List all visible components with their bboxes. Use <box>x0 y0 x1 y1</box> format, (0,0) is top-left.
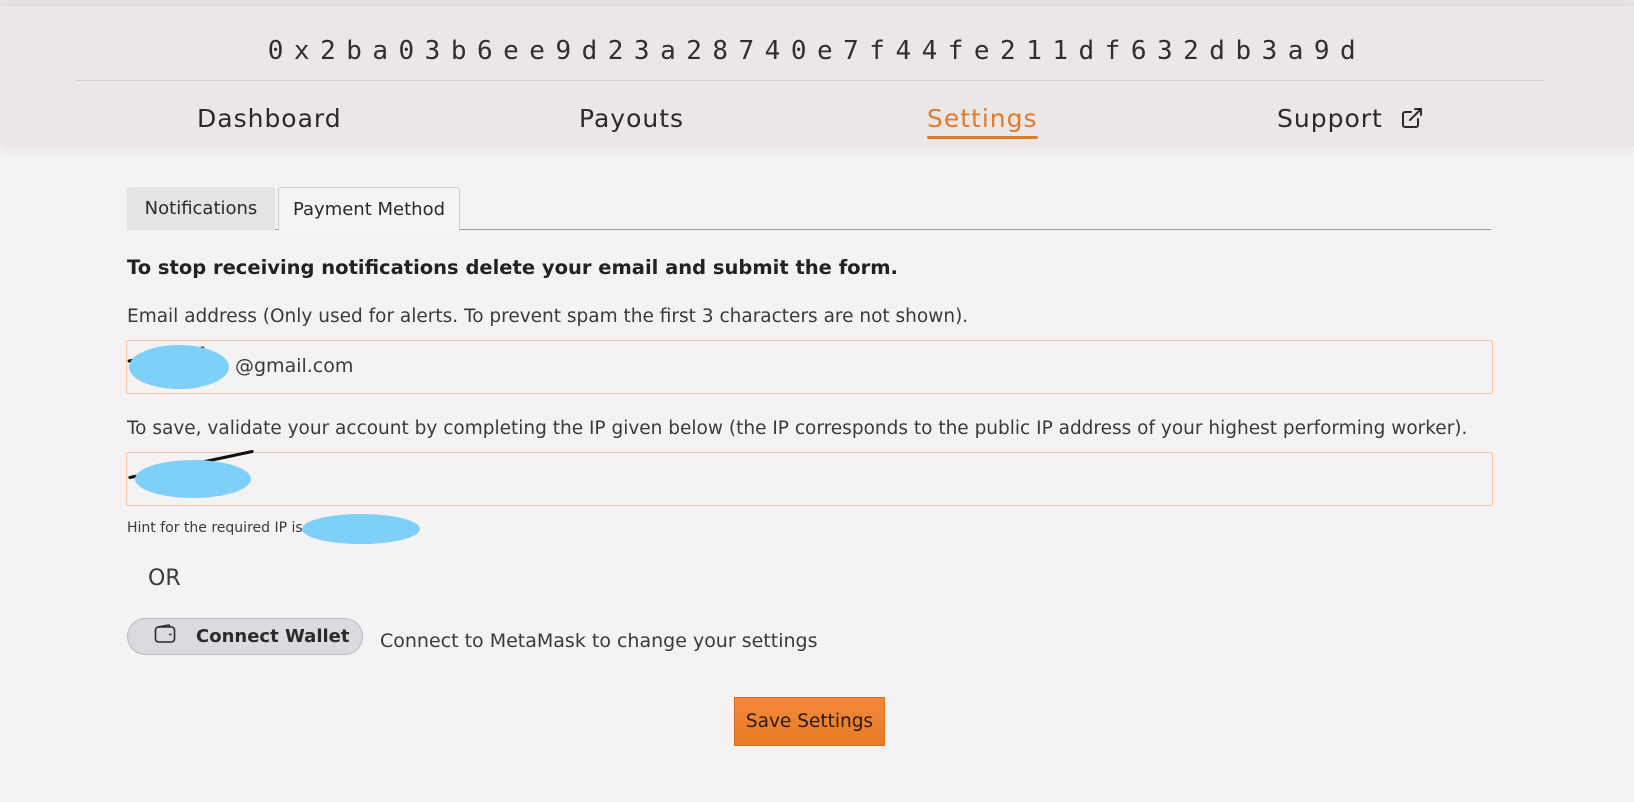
header: 0x2ba03b6ee9d23a28740e7f44fe211df632db3a… <box>0 6 1634 146</box>
tab-notifications[interactable]: Notifications <box>127 187 275 230</box>
tab-payment-method[interactable]: Payment Method <box>278 187 460 231</box>
save-settings-button[interactable]: Save Settings <box>734 697 885 746</box>
header-divider <box>75 80 1545 81</box>
ip-hint: Hint for the required IP is <box>127 520 303 536</box>
email-label: Email address (Only used for alerts. To … <box>127 306 969 327</box>
connect-wallet-button[interactable]: Connect Wallet <box>127 618 363 655</box>
email-field[interactable]: @gmail.com <box>126 340 1493 394</box>
nav-dashboard[interactable]: Dashboard <box>197 104 342 133</box>
nav-settings-label: Settings <box>927 104 1038 133</box>
email-value: @gmail.com <box>235 355 354 377</box>
connect-metamask-description: Connect to MetaMask to change your setti… <box>380 630 818 652</box>
redaction-mark <box>129 345 229 389</box>
ip-label: To save, validate your account by comple… <box>127 418 1468 439</box>
settings-tabs: Notifications Payment Method <box>127 187 1491 231</box>
ip-hint-text: Hint for the required IP is <box>127 520 303 536</box>
hint-redaction-mark <box>302 514 420 544</box>
connect-wallet-label: Connect Wallet <box>196 626 350 647</box>
wallet-address: 0x2ba03b6ee9d23a28740e7f44fe211df632db3a… <box>267 36 1367 66</box>
nav-settings[interactable]: Settings <box>927 104 1038 139</box>
nav-support-label: Support <box>1277 104 1383 133</box>
wallet-icon <box>154 624 176 649</box>
active-nav-underline <box>927 136 1038 139</box>
nav-payouts-label: Payouts <box>579 104 685 133</box>
save-settings-label: Save Settings <box>745 711 874 732</box>
external-link-icon <box>1400 106 1424 136</box>
nav-support[interactable]: Support <box>1277 104 1424 136</box>
form-heading: To stop receiving notifications delete y… <box>127 256 898 279</box>
ip-field[interactable] <box>126 449 1493 506</box>
nav-payouts[interactable]: Payouts <box>579 104 684 133</box>
nav-dashboard-label: Dashboard <box>197 104 342 133</box>
or-divider-text: OR <box>148 566 181 591</box>
redaction-mark <box>135 460 251 498</box>
